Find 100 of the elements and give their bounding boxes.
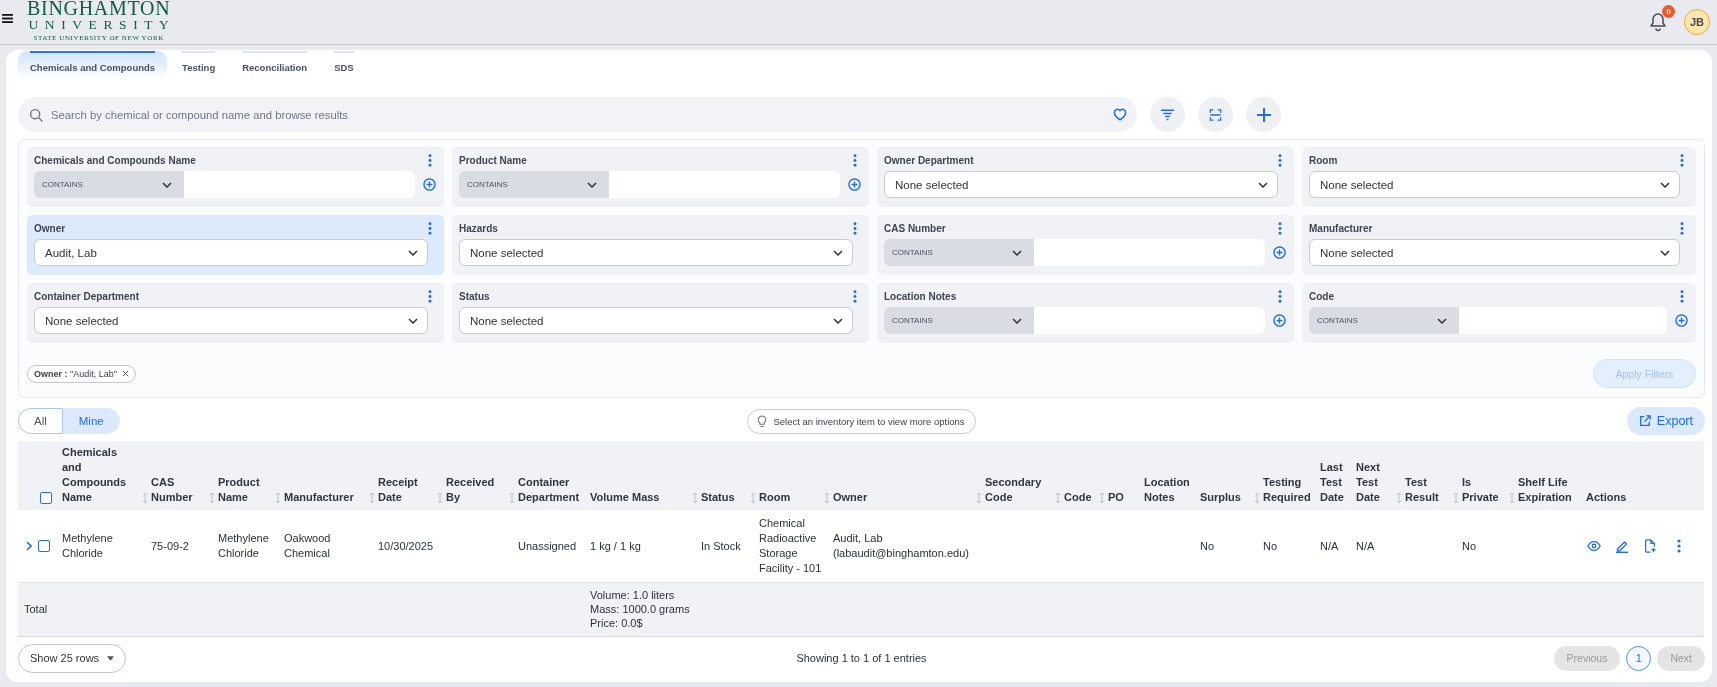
file-plus-icon[interactable] bbox=[1643, 539, 1657, 553]
select-dropdown[interactable]: None selected bbox=[459, 239, 853, 266]
column-header[interactable]: Owner bbox=[833, 490, 982, 505]
column-header[interactable]: Is Private bbox=[1462, 475, 1515, 505]
scan-icon bbox=[1209, 108, 1222, 121]
input-field[interactable] bbox=[1034, 307, 1265, 334]
operator-dropdown[interactable]: CONTAINS bbox=[459, 171, 609, 198]
bell-icon[interactable] bbox=[1649, 12, 1667, 32]
select-dropdown[interactable]: Audit, Lab bbox=[34, 239, 428, 266]
input-field[interactable] bbox=[1459, 307, 1667, 334]
table-cell: In Stock bbox=[701, 510, 759, 583]
column-header[interactable]: Receipt Date bbox=[378, 475, 443, 505]
add-circle-icon[interactable] bbox=[1273, 314, 1286, 327]
page-button[interactable]: 1 bbox=[1626, 645, 1652, 671]
more-vertical-icon[interactable] bbox=[853, 153, 857, 167]
column-header[interactable]: Volume Mass bbox=[590, 490, 698, 505]
select-dropdown[interactable]: None selected bbox=[1309, 239, 1680, 266]
column-header[interactable]: Product Name bbox=[218, 475, 281, 505]
total-label: Total bbox=[18, 582, 62, 637]
column-header[interactable]: Manufacturer bbox=[284, 490, 375, 505]
chevron-down-icon bbox=[1660, 249, 1670, 256]
operator-dropdown[interactable]: CONTAINS bbox=[1309, 307, 1459, 334]
input-field[interactable] bbox=[609, 171, 840, 198]
table-cell: 1 kg / 1 kg bbox=[590, 510, 701, 583]
filter-label: Owner bbox=[34, 222, 66, 234]
column-header: Actions bbox=[1586, 490, 1628, 505]
search-bar[interactable]: Search by chemical or compound name and browse results bbox=[18, 97, 1137, 132]
column-header: Location Notes bbox=[1144, 475, 1191, 505]
more-vertical-icon[interactable] bbox=[1278, 221, 1282, 235]
operator-dropdown[interactable]: CONTAINS bbox=[884, 239, 1034, 266]
column-header[interactable]: Room bbox=[759, 490, 830, 505]
add-circle-icon[interactable] bbox=[848, 178, 861, 191]
input-field[interactable] bbox=[184, 171, 415, 198]
edit-icon[interactable] bbox=[1615, 539, 1629, 553]
chevron-down-icon bbox=[162, 181, 172, 188]
select-dropdown[interactable]: None selected bbox=[1309, 171, 1680, 198]
column-header[interactable]: Secondary Code bbox=[985, 475, 1061, 505]
chevron-down-icon bbox=[833, 249, 843, 256]
column-header[interactable]: Received By bbox=[446, 475, 515, 505]
entries-summary: Showing 1 to 1 of 1 entries bbox=[796, 652, 927, 664]
add-circle-icon[interactable] bbox=[423, 178, 436, 191]
chevron-right-icon[interactable] bbox=[26, 541, 32, 551]
filter-label: CAS Number bbox=[884, 222, 946, 234]
operator-dropdown[interactable]: CONTAINS bbox=[884, 307, 1034, 334]
scan-button[interactable] bbox=[1198, 97, 1233, 132]
avatar[interactable]: JB bbox=[1684, 9, 1710, 35]
more-vertical-icon[interactable] bbox=[1278, 153, 1282, 167]
column-header[interactable]: Code bbox=[1064, 490, 1105, 505]
menu-icon[interactable] bbox=[2, 13, 13, 23]
eye-icon[interactable] bbox=[1587, 539, 1601, 553]
toggle-option[interactable]: All bbox=[18, 408, 63, 434]
table-cell: No bbox=[1263, 510, 1320, 583]
filter-label: Status bbox=[459, 290, 490, 302]
export-button[interactable]: Export bbox=[1626, 407, 1705, 435]
add-circle-icon[interactable] bbox=[1273, 246, 1286, 259]
more-vertical-icon[interactable] bbox=[1680, 153, 1684, 167]
toggle-option[interactable]: Mine bbox=[62, 408, 120, 434]
more-vertical-icon[interactable] bbox=[1677, 539, 1681, 553]
column-header: Shelf Life Expiration bbox=[1518, 475, 1573, 505]
filter-button[interactable] bbox=[1150, 97, 1185, 132]
operator-dropdown[interactable]: CONTAINS bbox=[34, 171, 184, 198]
column-header[interactable]: Next Test Date bbox=[1356, 460, 1402, 505]
column-header[interactable]: CAS Number bbox=[151, 475, 215, 505]
input-field[interactable] bbox=[1034, 239, 1265, 266]
search-input[interactable]: Search by chemical or compound name and browse results bbox=[51, 104, 1105, 125]
close-icon[interactable] bbox=[121, 370, 129, 377]
more-vertical-icon[interactable] bbox=[853, 221, 857, 235]
column-header[interactable]: Chemicals and Compounds Name bbox=[62, 445, 148, 505]
table-cell: N/A bbox=[1320, 510, 1356, 583]
more-vertical-icon[interactable] bbox=[1278, 289, 1282, 303]
more-vertical-icon[interactable] bbox=[853, 289, 857, 303]
more-vertical-icon[interactable] bbox=[1680, 289, 1684, 303]
more-vertical-icon[interactable] bbox=[428, 221, 432, 235]
tab[interactable]: Chemicals and Compounds bbox=[18, 51, 168, 79]
chevron-down-icon bbox=[1012, 249, 1022, 256]
filter-label: Room bbox=[1309, 154, 1338, 166]
checkbox[interactable] bbox=[40, 492, 52, 504]
more-vertical-icon[interactable] bbox=[428, 153, 432, 167]
table-cell: 75-09-2 bbox=[151, 510, 218, 583]
select-dropdown[interactable]: None selected bbox=[459, 307, 853, 334]
page-size-dropdown[interactable]: Show 25 rows bbox=[18, 643, 127, 673]
checkbox[interactable] bbox=[38, 539, 50, 552]
notification-badge: 0 bbox=[1662, 5, 1675, 18]
add-circle-icon[interactable] bbox=[1675, 314, 1688, 327]
column-header[interactable]: Status bbox=[701, 490, 756, 505]
select-dropdown[interactable]: None selected bbox=[884, 171, 1278, 198]
heart-icon[interactable] bbox=[1113, 108, 1127, 121]
tab[interactable]: Reconciliation bbox=[230, 51, 320, 79]
select-dropdown[interactable]: None selected bbox=[34, 307, 428, 334]
tab[interactable]: Testing bbox=[170, 51, 228, 79]
column-header[interactable]: Surplus bbox=[1200, 490, 1260, 505]
more-vertical-icon[interactable] bbox=[1680, 221, 1684, 235]
more-vertical-icon[interactable] bbox=[428, 289, 432, 303]
column-header[interactable]: Test Result bbox=[1405, 475, 1459, 505]
logo-wordmark: BINGHAMTON bbox=[27, 0, 171, 17]
filter-label: Chemicals and Compounds Name bbox=[34, 154, 196, 166]
add-button[interactable] bbox=[1246, 97, 1281, 132]
tab[interactable]: SDS bbox=[322, 51, 366, 79]
table-cell: No bbox=[1462, 510, 1518, 583]
column-header: Container Department bbox=[518, 475, 581, 505]
